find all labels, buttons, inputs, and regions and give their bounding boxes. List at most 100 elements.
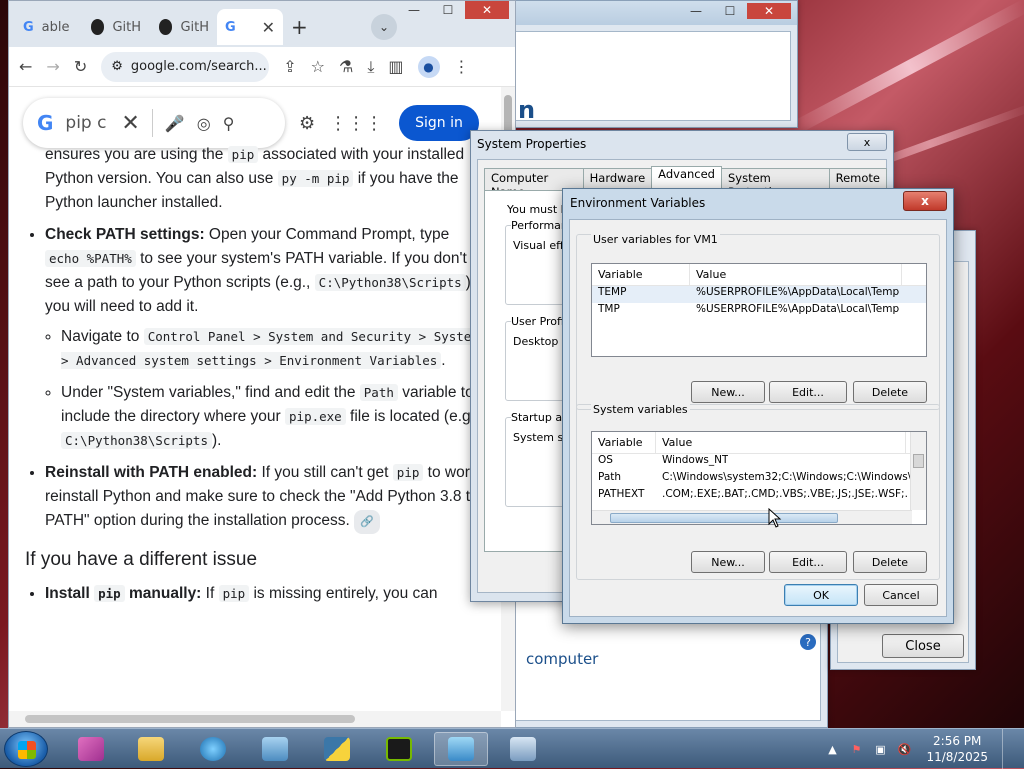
window-controls: — ☐ ✕ [397, 1, 509, 19]
column-value[interactable]: Value [656, 432, 906, 453]
list-item[interactable]: TMP %USERPROFILE%\AppData\Local\Temp [592, 303, 926, 320]
flag-alert-icon[interactable]: ⚑ [848, 741, 864, 757]
dialog-title: System Properties [477, 137, 587, 151]
search-box[interactable]: G pip c ✕ 🎤 ◎ ⚲ [23, 98, 285, 148]
bullet-install-manually: Install pip manually: If pip is missing … [45, 582, 485, 606]
show-desktop-button[interactable] [1002, 729, 1014, 769]
share-icon[interactable]: ⇪ [283, 57, 296, 76]
user-variables-label: User variables for VM1 [591, 233, 720, 246]
system-delete-button[interactable]: Delete [853, 551, 927, 573]
clear-search-icon[interactable]: ✕ [121, 111, 139, 136]
bookmark-star-icon[interactable]: ☆ [311, 57, 325, 76]
mouse-cursor-icon [768, 508, 782, 528]
tab-label: GitH [112, 19, 141, 35]
close-button[interactable]: Close [882, 634, 964, 658]
maximize-icon[interactable]: ☐ [713, 3, 747, 19]
search-icon[interactable]: ⚲ [223, 114, 235, 133]
forward-icon[interactable]: → [46, 57, 59, 76]
wallpaper-streak [791, 0, 1024, 135]
download-icon[interactable]: ⤓ [367, 57, 374, 77]
windows-logo-icon [18, 741, 36, 759]
column-value[interactable]: Value [690, 264, 902, 285]
lab-icon[interactable]: ⚗ [339, 57, 353, 76]
system-edit-button[interactable]: Edit... [769, 551, 847, 573]
taskbar: ▲ ⚑ ▣ 🔇 2:56 PM 11/8/2025 [0, 728, 1024, 769]
section-heading: If you have a different issue [25, 549, 258, 570]
tab-1[interactable]: Gable [15, 9, 81, 45]
partial-heading: n [518, 96, 536, 124]
environment-variables-dialog[interactable]: Environment Variables x User variables f… [562, 188, 954, 624]
close-icon[interactable]: ✕ [747, 3, 791, 19]
close-button[interactable]: x [847, 133, 887, 151]
address-bar[interactable]: ⚙ google.com/search... [101, 51, 270, 82]
horizontal-scrollbar[interactable] [9, 711, 501, 727]
show-hidden-icons-icon[interactable]: ▲ [824, 741, 840, 757]
python-icon [324, 737, 350, 761]
system-variables-list[interactable]: Variable Value OS Windows_NT Path C:\Window… [591, 431, 927, 525]
network-icon[interactable]: ▣ [872, 741, 888, 757]
user-variables-list[interactable]: Variable Value TEMP %USERPROFILE%\AppData\… [591, 263, 927, 357]
list-item[interactable]: OS Windows_NT [592, 454, 926, 471]
close-button[interactable]: x [903, 191, 947, 211]
taskbar-control-panel[interactable] [248, 732, 302, 766]
taskbar-computer[interactable] [496, 732, 550, 766]
system-variables-group: System variables Variable Value OS Windows… [576, 403, 940, 580]
menu-icon[interactable]: ⋮ [454, 57, 470, 76]
column-variable[interactable]: Variable [592, 432, 656, 453]
maximize-icon[interactable]: ☐ [431, 1, 465, 19]
volume-muted-icon[interactable]: 🔇 [896, 741, 912, 757]
dialog-title: Environment Variables [570, 196, 706, 210]
system-new-button[interactable]: New... [691, 551, 765, 573]
computer-link[interactable]: computer [526, 650, 598, 668]
close-icon[interactable]: ✕ [465, 1, 509, 19]
chrome-window[interactable]: Gable GitH GitH G ✕ + ⌄ — ☐ ✕ ← → ↻ ⚙ googl… [8, 0, 516, 728]
tab-4-active[interactable]: G ✕ [217, 9, 283, 45]
microphone-icon[interactable]: 🎤 [165, 114, 185, 133]
taskbar-python[interactable] [310, 732, 364, 766]
user-edit-button[interactable]: Edit... [769, 381, 847, 403]
ok-button[interactable]: OK [784, 584, 858, 606]
google-icon: G [225, 19, 236, 35]
side-panel-icon[interactable]: ▥ [388, 57, 403, 76]
user-delete-button[interactable]: Delete [853, 381, 927, 403]
vertical-scrollbar[interactable] [910, 432, 926, 510]
list-item[interactable]: Path C:\Windows\system32;C:\Windows;C:\Wi… [592, 471, 926, 488]
new-tab-icon[interactable]: + [291, 15, 308, 39]
tab-strip: Gable GitH GitH G ✕ + ⌄ — ☐ ✕ [9, 1, 515, 47]
user-new-button[interactable]: New... [691, 381, 765, 403]
minimize-icon[interactable]: — [397, 1, 431, 19]
horizontal-scrollbar[interactable] [592, 510, 912, 524]
list-item[interactable]: TEMP %USERPROFILE%\AppData\Local\Temp [592, 286, 926, 303]
close-tab-icon[interactable]: ✕ [262, 18, 275, 37]
tab-2[interactable]: GitH [83, 9, 149, 45]
search-input[interactable]: pip c [65, 113, 109, 133]
apps-grid-icon[interactable]: ⋮⋮⋮ [329, 113, 383, 134]
tab-search-icon[interactable]: ⌄ [371, 14, 397, 40]
taskbar-browser[interactable] [186, 732, 240, 766]
column-variable[interactable]: Variable [592, 264, 690, 285]
list-item[interactable]: PATHEXT .COM;.EXE;.BAT;.CMD;.VBS;.VBE;.JS… [592, 488, 926, 505]
clock[interactable]: 2:56 PM 11/8/2025 [926, 733, 988, 765]
cube-app-icon [78, 737, 104, 761]
github-icon [91, 19, 105, 35]
link-chip-icon[interactable]: 🔗 [354, 510, 380, 534]
minimize-icon[interactable]: — [679, 3, 713, 19]
cancel-button[interactable]: Cancel [864, 584, 938, 606]
taskbar-system-properties[interactable] [434, 732, 488, 766]
start-button[interactable] [4, 731, 48, 767]
taskbar-explorer[interactable] [124, 732, 178, 766]
article-content: ensures you are using the pip associated… [25, 146, 485, 614]
github-icon [159, 19, 173, 35]
profile-icon[interactable]: ● [417, 55, 440, 78]
reload-icon[interactable]: ↻ [74, 57, 87, 76]
background-window-top[interactable]: — ☐ ✕ n [508, 0, 798, 128]
tab-3[interactable]: GitH [151, 9, 217, 45]
camera-lens-icon[interactable]: ◎ [197, 114, 211, 133]
taskbar-nvidia[interactable] [372, 732, 426, 766]
taskbar-app-cube[interactable] [64, 732, 118, 766]
settings-gear-icon[interactable]: ⚙ [299, 113, 315, 134]
site-info-icon[interactable]: ⚙ [111, 59, 123, 74]
back-icon[interactable]: ← [19, 57, 32, 76]
help-icon[interactable]: ? [800, 634, 816, 650]
sign-in-button[interactable]: Sign in [399, 105, 479, 141]
